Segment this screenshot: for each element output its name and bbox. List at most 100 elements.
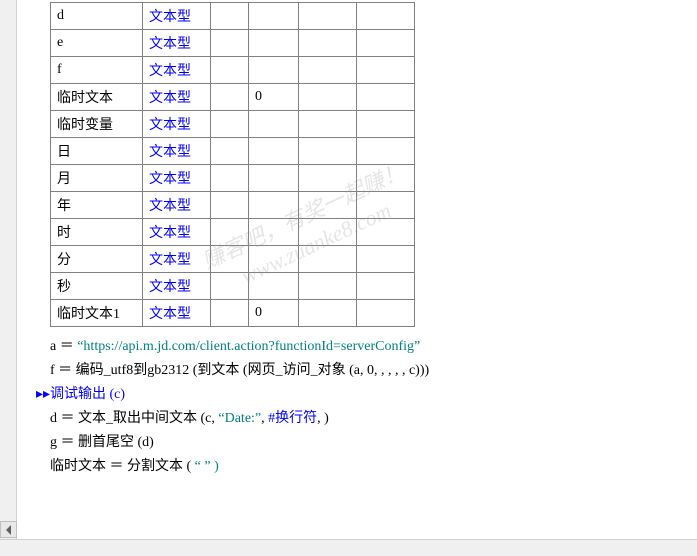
scroll-left-arrow[interactable] xyxy=(0,521,17,538)
table-row[interactable]: 年文本型 xyxy=(51,192,415,219)
var-value-cell[interactable] xyxy=(249,3,299,30)
var-value-cell[interactable] xyxy=(249,111,299,138)
blank-cell[interactable] xyxy=(211,57,249,84)
var-value-cell[interactable] xyxy=(249,219,299,246)
blank-cell[interactable] xyxy=(357,3,415,30)
blank-cell[interactable] xyxy=(357,192,415,219)
blank-cell[interactable] xyxy=(357,219,415,246)
blank-cell[interactable] xyxy=(299,300,357,327)
blank-cell[interactable] xyxy=(357,138,415,165)
blank-cell[interactable] xyxy=(299,165,357,192)
blank-cell[interactable] xyxy=(299,30,357,57)
fn-totext: 到文本 xyxy=(197,363,239,378)
var-type-cell[interactable]: 文本型 xyxy=(143,138,211,165)
var-value-cell[interactable] xyxy=(249,30,299,57)
blank-cell[interactable] xyxy=(299,111,357,138)
var-value-cell[interactable] xyxy=(249,57,299,84)
blank-cell[interactable] xyxy=(357,273,415,300)
var-name-cell[interactable]: 临时文本 xyxy=(51,84,143,111)
var-value-cell[interactable] xyxy=(249,138,299,165)
table-row[interactable]: d文本型 xyxy=(51,3,415,30)
var-value-cell[interactable] xyxy=(249,273,299,300)
table-row[interactable]: 分文本型 xyxy=(51,246,415,273)
vertical-scrollbar[interactable] xyxy=(0,0,17,556)
blank-cell[interactable] xyxy=(211,273,249,300)
var-name-cell[interactable]: d xyxy=(51,3,143,30)
blank-cell[interactable] xyxy=(299,273,357,300)
var-type-cell[interactable]: 文本型 xyxy=(143,3,211,30)
string-url: “https://api.m.jd.com/client.action?func… xyxy=(77,339,420,354)
blank-cell[interactable] xyxy=(299,246,357,273)
blank-cell[interactable] xyxy=(211,219,249,246)
paren: ( xyxy=(239,363,247,378)
var-name-cell[interactable]: f xyxy=(51,57,143,84)
blank-cell[interactable] xyxy=(299,57,357,84)
table-row[interactable]: 临时变量文本型 xyxy=(51,111,415,138)
blank-cell[interactable] xyxy=(299,84,357,111)
code-line-2: f ＝ 编码_utf8到gb2312 (到文本 (网页_访问_对象 (a, 0,… xyxy=(50,359,697,383)
var-name-cell[interactable]: e xyxy=(51,30,143,57)
var-name-cell[interactable]: 时 xyxy=(51,219,143,246)
blank-cell[interactable] xyxy=(211,246,249,273)
blank-cell[interactable] xyxy=(299,138,357,165)
var-value-cell[interactable]: 0 xyxy=(249,300,299,327)
var-name-cell[interactable]: 月 xyxy=(51,165,143,192)
var-type-cell[interactable]: 文本型 xyxy=(143,219,211,246)
var-type-cell[interactable]: 文本型 xyxy=(143,57,211,84)
blank-cell[interactable] xyxy=(211,3,249,30)
table-row[interactable]: f文本型 xyxy=(51,57,415,84)
var-type-cell[interactable]: 文本型 xyxy=(143,192,211,219)
horizontal-scrollbar[interactable] xyxy=(0,539,697,556)
code-line-1: a ＝ “https://api.m.jd.com/client.action?… xyxy=(50,335,697,359)
var-name-cell[interactable]: 日 xyxy=(51,138,143,165)
var-temp: 临时文本 xyxy=(50,459,106,474)
blank-cell[interactable] xyxy=(357,84,415,111)
blank-cell[interactable] xyxy=(299,3,357,30)
assign-op: ＝ xyxy=(56,339,77,354)
table-row[interactable]: e文本型 xyxy=(51,30,415,57)
var-type-cell[interactable]: 文本型 xyxy=(143,300,211,327)
blank-cell[interactable] xyxy=(299,192,357,219)
blank-cell[interactable] xyxy=(357,57,415,84)
var-g: g xyxy=(50,435,57,450)
table-row[interactable]: 临时文本1文本型 0 xyxy=(51,300,415,327)
var-name-cell[interactable]: 临时文本1 xyxy=(51,300,143,327)
table-row[interactable]: 临时文本文本型 0 xyxy=(51,84,415,111)
var-type-cell[interactable]: 文本型 xyxy=(143,246,211,273)
var-type-cell[interactable]: 文本型 xyxy=(143,30,211,57)
table-row[interactable]: 日文本型 xyxy=(51,138,415,165)
var-name-cell[interactable]: 年 xyxy=(51,192,143,219)
blank-cell[interactable] xyxy=(299,219,357,246)
table-row[interactable]: 月文本型 xyxy=(51,165,415,192)
table-row[interactable]: 秒文本型 xyxy=(51,273,415,300)
table-row[interactable]: 时文本型 xyxy=(51,219,415,246)
var-value-cell[interactable]: 0 xyxy=(249,84,299,111)
var-value-cell[interactable] xyxy=(249,192,299,219)
var-name-cell[interactable]: 临时变量 xyxy=(51,111,143,138)
var-type-cell[interactable]: 文本型 xyxy=(143,111,211,138)
var-type-cell[interactable]: 文本型 xyxy=(143,273,211,300)
paren-close: , ) xyxy=(317,411,329,426)
assign-op: ＝ xyxy=(55,363,76,378)
blank-cell[interactable] xyxy=(357,30,415,57)
blank-cell[interactable] xyxy=(357,165,415,192)
blank-cell[interactable] xyxy=(357,300,415,327)
assign-op: ＝ xyxy=(57,435,78,450)
fn-split: 分割文本 xyxy=(127,459,183,474)
blank-cell[interactable] xyxy=(357,111,415,138)
code-area[interactable]: a ＝ “https://api.m.jd.com/client.action?… xyxy=(20,335,697,479)
var-name-cell[interactable]: 秒 xyxy=(51,273,143,300)
blank-cell[interactable] xyxy=(211,300,249,327)
var-type-cell[interactable]: 文本型 xyxy=(143,165,211,192)
blank-cell[interactable] xyxy=(211,165,249,192)
blank-cell[interactable] xyxy=(211,30,249,57)
var-type-cell[interactable]: 文本型 xyxy=(143,84,211,111)
blank-cell[interactable] xyxy=(211,192,249,219)
blank-cell[interactable] xyxy=(357,246,415,273)
var-value-cell[interactable] xyxy=(249,246,299,273)
blank-cell[interactable] xyxy=(211,138,249,165)
var-value-cell[interactable] xyxy=(249,165,299,192)
blank-cell[interactable] xyxy=(211,84,249,111)
blank-cell[interactable] xyxy=(211,111,249,138)
var-name-cell[interactable]: 分 xyxy=(51,246,143,273)
